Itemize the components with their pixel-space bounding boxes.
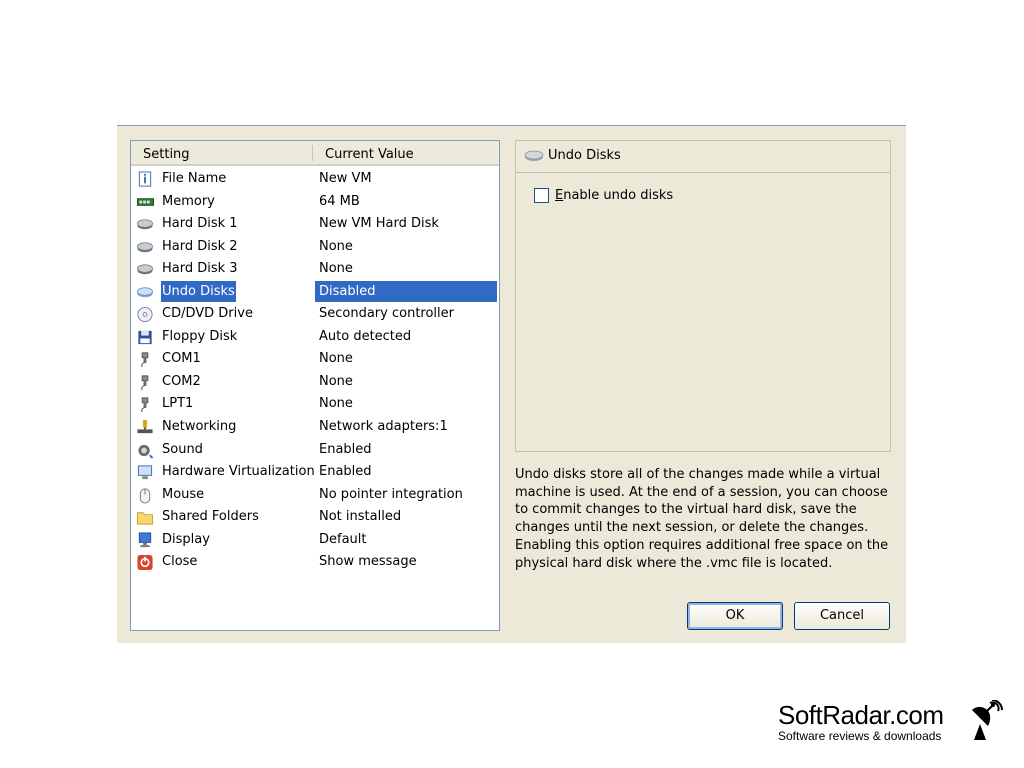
list-item[interactable]: Display Default [131,529,499,552]
setting-value: Network adapters:1 [319,419,448,435]
setting-name: Shared Folders [162,509,259,525]
network-icon [137,419,153,434]
setting-name: Networking [162,419,237,435]
hard-disk-icon [137,219,153,230]
hardware-virtualization-icon [137,465,153,480]
floppy-icon [138,330,152,344]
setting-name: Display [162,531,210,547]
list-item[interactable]: Undo Disks Disabled [131,280,499,304]
setting-name: Hard Disk 1 [162,216,238,232]
setting-value: No pointer integration [319,486,463,502]
enable-undo-disks-checkbox[interactable]: Enable undo disks [534,188,673,203]
cancel-button[interactable]: Cancel [794,602,890,630]
close-power-icon [137,555,153,571]
setting-value: 64 MB [319,193,360,209]
detail-panel: Undo Disks Enable undo disks [515,140,891,452]
setting-value: Enabled [319,441,372,457]
setting-name: Hard Disk 2 [162,238,238,254]
setting-value: Secondary controller [319,306,454,322]
column-header-setting[interactable]: Setting [143,147,190,162]
list-item[interactable]: COM1 None [131,348,499,371]
setting-name: Undo Disks [161,280,236,302]
setting-value: None [319,238,353,254]
setting-value: None [319,351,353,367]
com-port-icon [141,375,149,391]
setting-name: COM1 [162,351,201,367]
setting-value: Auto detected [319,328,412,344]
setting-name: File Name [162,171,227,186]
setting-value: Default [319,531,367,547]
hard-disk-icon [137,242,153,252]
list-item[interactable]: Shared Folders Not installed [131,506,499,529]
list-item[interactable]: Sound Enabled [131,439,499,462]
watermark: SoftRadar.com Software reviews & downloa… [778,700,944,743]
folder-icon [136,512,154,525]
setting-value: Not installed [319,509,402,525]
setting-name: Mouse [162,486,205,502]
list-item[interactable]: COM2 None [131,371,499,394]
setting-value: New VM Hard Disk [319,216,439,232]
hard-disk-icon [137,264,153,275]
satellite-dish-logo-icon [972,700,1003,740]
com-port-icon [141,352,149,368]
setting-value: None [319,261,353,277]
list-item[interactable]: Memory 64 MB [131,191,499,214]
panel-header: Undo Disks [516,141,890,173]
watermark-subtitle: Software reviews & downloads [778,729,942,743]
panel-title: Undo Disks [548,148,621,163]
cd-icon [137,307,153,323]
list-item[interactable]: Hardware Virtualization Enabled [131,461,499,484]
settings-rows: File Name New VM Memory 64 MB Hard Disk 1 New… [131,168,499,574]
setting-value: None [319,396,353,412]
setting-value: None [319,373,353,389]
description-text: Undo disks store all of the changes made… [515,467,889,571]
watermark-title: SoftRadar.com [778,700,944,730]
setting-name: Hard Disk 3 [162,261,238,277]
undo-disks-icon [524,150,544,161]
list-item[interactable]: Floppy Disk Auto detected [131,326,499,349]
setting-value: New VM [319,171,372,186]
undo-disks-icon [137,287,153,297]
list-item[interactable]: Hard Disk 1 New VM Hard Disk [131,213,499,236]
list-item[interactable]: Hard Disk 2 None [131,236,499,259]
memory-icon [136,197,154,206]
list-item[interactable]: File Name New VM [131,168,499,191]
setting-name: COM2 [162,373,201,389]
setting-value: Show message [319,554,417,570]
setting-name: Close [162,554,198,570]
list-item[interactable]: Networking Network adapters:1 [131,416,499,439]
settings-dialog: Setting Current Value File Name New VM Mem… [117,125,906,643]
settings-list[interactable]: Setting Current Value File Name New VM Mem… [130,140,500,631]
list-item[interactable]: Hard Disk 3 None [131,258,499,281]
ok-button[interactable]: OK [687,602,783,630]
list-item[interactable]: Close Show message [131,551,499,574]
list-item[interactable]: LPT1 None [131,393,499,416]
column-header-current-value[interactable]: Current Value [325,147,414,162]
column-divider[interactable] [312,145,313,161]
setting-value: Enabled [319,464,372,480]
setting-name: Floppy Disk [162,328,238,344]
setting-value: Disabled [319,283,376,299]
display-icon [138,532,152,547]
list-item[interactable]: CD/DVD Drive Secondary controller [131,303,499,326]
setting-name: Hardware Virtualization [162,464,315,480]
file-info-icon [138,171,152,187]
setting-name: Sound [162,441,203,457]
setting-name: LPT1 [162,396,194,412]
lpt-port-icon [141,397,149,413]
setting-name: Memory [162,193,215,209]
list-header: Setting Current Value [131,141,499,166]
checkbox-box[interactable] [534,188,549,203]
mouse-icon [139,488,151,504]
list-item[interactable]: Mouse No pointer integration [131,484,499,507]
checkbox-label[interactable]: Enable undo disks [555,188,673,203]
setting-name: CD/DVD Drive [162,306,253,322]
sound-icon [138,444,154,459]
